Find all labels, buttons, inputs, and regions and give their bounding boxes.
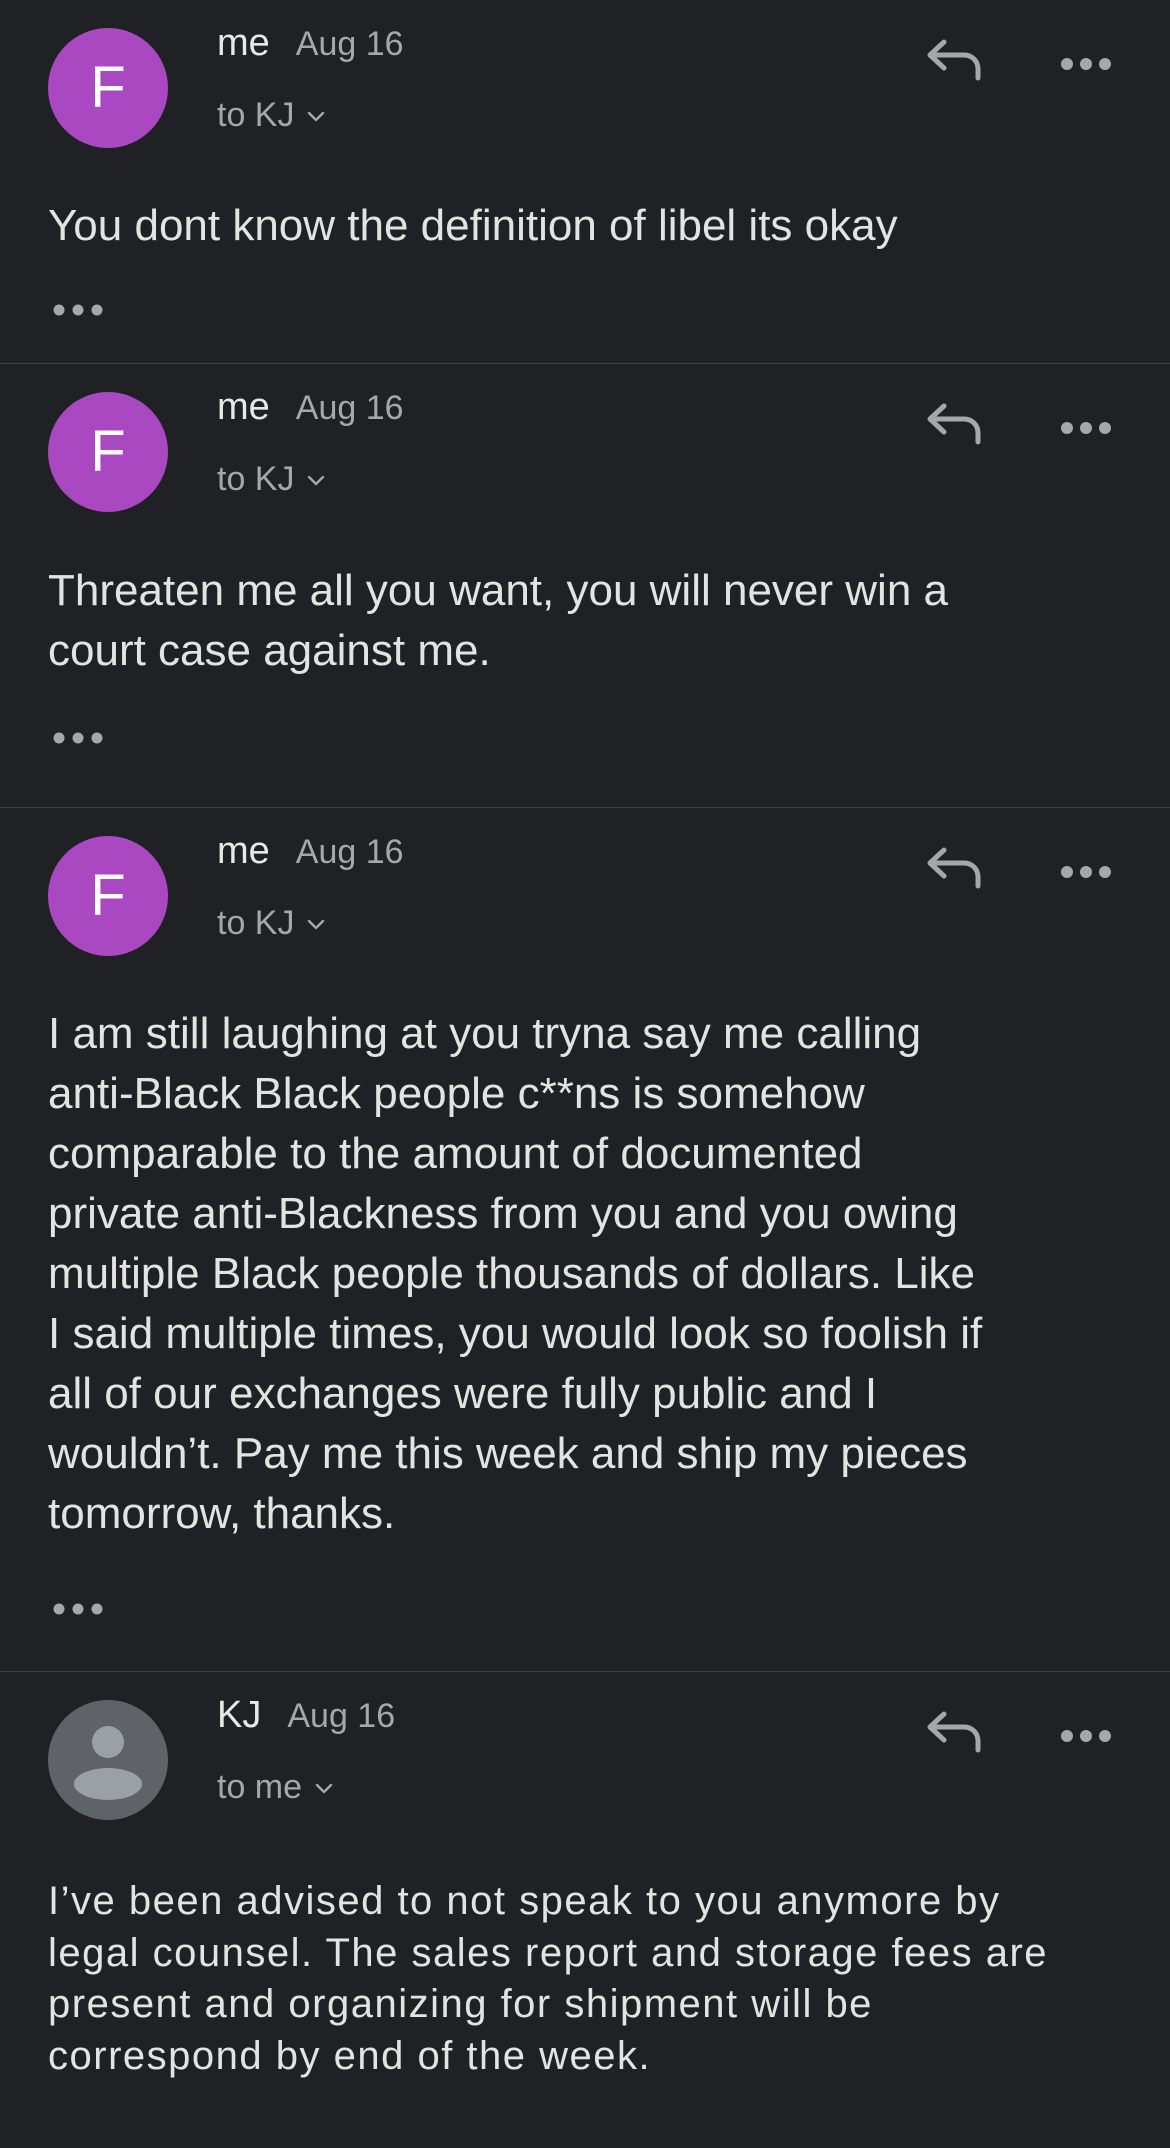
message-body: I am still laughing at you tryna say me … [48, 1009, 983, 1538]
message-date: Aug 16 [295, 389, 404, 427]
sender-row: me Aug 16 [217, 830, 404, 873]
more-options-button[interactable] [1050, 40, 1122, 88]
more-horizontal-icon [1061, 1730, 1111, 1742]
more-horizontal-icon [1061, 866, 1111, 878]
chevron-down-icon [308, 919, 325, 929]
more-options-button[interactable] [1050, 848, 1122, 896]
sender-row: me Aug 16 [217, 22, 404, 65]
sender-avatar[interactable] [48, 1700, 168, 1820]
sender-row: me Aug 16 [217, 386, 404, 429]
sender-name: me [217, 830, 270, 872]
more-options-button[interactable] [1050, 404, 1122, 452]
message-3[interactable]: F me Aug 16 to KJ I am still laughing at… [0, 808, 1170, 1672]
recipient-label: to KJ [217, 96, 295, 134]
chevron-down-icon [315, 1783, 333, 1793]
more-horizontal-icon [1061, 422, 1111, 434]
show-trimmed-content-icon [53, 1603, 103, 1615]
person-silhouette-icon [74, 1726, 142, 1800]
recipient-label: to KJ [217, 460, 295, 498]
sender-name: me [217, 386, 270, 428]
sender-name: me [217, 22, 270, 64]
message-body: You dont know the definition of libel it… [48, 201, 898, 250]
sender-avatar[interactable]: F [48, 28, 168, 148]
message-date: Aug 16 [287, 1697, 396, 1735]
chevron-down-icon [308, 111, 325, 121]
sender-name: KJ [217, 1694, 262, 1736]
show-trimmed-content-button[interactable] [48, 1594, 108, 1624]
show-trimmed-content-button[interactable] [48, 723, 108, 753]
sender-avatar[interactable]: F [48, 392, 168, 512]
recipient-label: to me [217, 1768, 303, 1806]
message-body: Threaten me all you want, you will never… [48, 566, 948, 675]
message-2[interactable]: F me Aug 16 to KJ Threaten me all you wa… [0, 364, 1170, 808]
show-trimmed-content-icon [53, 304, 103, 316]
reply-arrow-icon [927, 403, 981, 445]
avatar-letter: F [90, 55, 126, 120]
recipient-details-toggle[interactable]: to KJ [217, 904, 326, 943]
recipient-details-toggle[interactable]: to me [217, 1768, 334, 1807]
sender-avatar[interactable]: F [48, 836, 168, 956]
more-horizontal-icon [1061, 58, 1111, 70]
reply-button[interactable] [918, 838, 990, 898]
reply-button[interactable] [918, 394, 990, 454]
reply-arrow-icon [927, 847, 981, 889]
message-date: Aug 16 [295, 833, 404, 871]
chevron-down-icon [308, 475, 325, 485]
recipient-label: to KJ [217, 904, 295, 942]
reply-button[interactable] [918, 30, 990, 90]
reply-arrow-icon [927, 39, 981, 81]
avatar-letter: F [90, 419, 126, 484]
sender-row: KJ Aug 16 [217, 1694, 395, 1737]
message-body: I’ve been advised to not speak to you an… [48, 1879, 1049, 2078]
email-thread: F me Aug 16 to KJ You dont know the defi… [0, 0, 1170, 2148]
message-date: Aug 16 [295, 25, 404, 63]
show-trimmed-content-button[interactable] [48, 295, 108, 325]
show-trimmed-content-icon [53, 732, 103, 744]
avatar-letter: F [90, 863, 126, 928]
message-4[interactable]: KJ Aug 16 to me I’ve been advised to not… [0, 1672, 1170, 2148]
more-options-button[interactable] [1050, 1712, 1122, 1760]
reply-arrow-icon [927, 1711, 981, 1753]
reply-button[interactable] [918, 1702, 990, 1762]
recipient-details-toggle[interactable]: to KJ [217, 460, 326, 499]
recipient-details-toggle[interactable]: to KJ [217, 96, 326, 135]
message-1[interactable]: F me Aug 16 to KJ You dont know the defi… [0, 0, 1170, 364]
